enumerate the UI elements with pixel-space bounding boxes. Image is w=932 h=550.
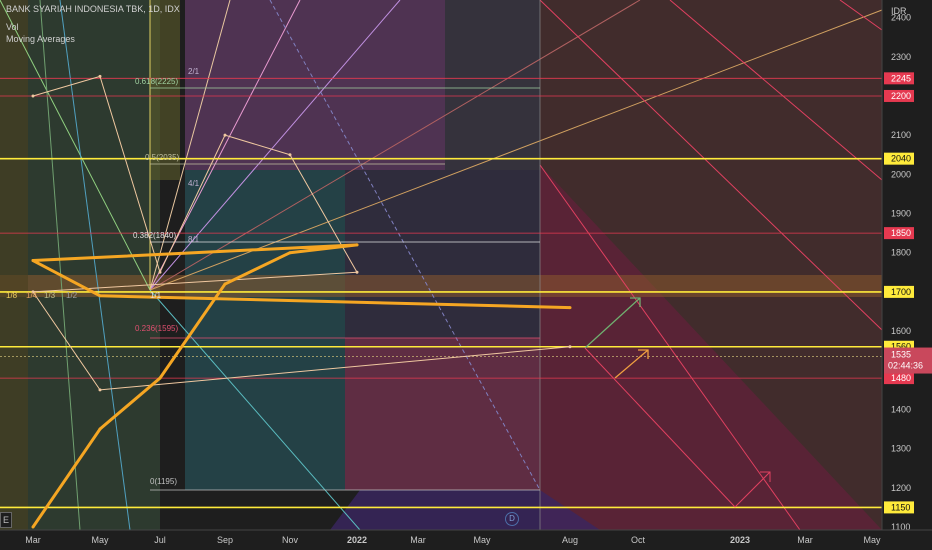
zone-red	[345, 338, 540, 490]
series-point	[288, 251, 292, 255]
series-point	[158, 376, 162, 380]
gann-label: 8/1	[188, 235, 200, 244]
last-price-timer: 02:44:36	[888, 361, 923, 371]
zone-teal	[185, 170, 345, 490]
d-badge[interactable]: D	[505, 512, 519, 526]
series-point	[288, 153, 292, 157]
volume-label: Vol	[6, 22, 19, 32]
fib-label: 0.618(2225)	[135, 77, 178, 86]
series-point	[568, 306, 572, 310]
zone-grey-top	[445, 0, 540, 170]
gann-label: 1/1	[150, 291, 162, 300]
x-axis-panel	[0, 530, 932, 550]
series-point	[568, 345, 572, 349]
series-point	[98, 427, 102, 431]
level-badge-label: 1700	[891, 287, 911, 297]
series-point	[355, 270, 359, 274]
x-tick-label: Jul	[154, 535, 166, 545]
series-point	[223, 133, 227, 137]
y-tick-label: 1200	[891, 483, 911, 493]
fib-label: 0(1195)	[150, 477, 177, 486]
gann-label: 1/3	[44, 291, 56, 300]
series-point	[98, 388, 102, 392]
background-zones	[0, 0, 882, 530]
zone-olive-left	[0, 0, 28, 530]
y-tick-label: 1800	[891, 248, 911, 258]
series-point	[223, 282, 227, 286]
x-tick-label: 2023	[730, 535, 750, 545]
gann-label: 4/1	[188, 179, 200, 188]
x-tick-label: May	[91, 535, 109, 545]
y-tick-label: 2000	[891, 169, 911, 179]
level-badge-label: 1850	[891, 228, 911, 238]
zone-purple-top	[185, 0, 445, 170]
series-point	[31, 525, 35, 529]
y-tick-label: 2100	[891, 130, 911, 140]
gann-label: 1/8	[6, 291, 18, 300]
y-tick-label: 2400	[891, 13, 911, 23]
level-badge-label: 2200	[891, 91, 911, 101]
x-tick-label: Mar	[410, 535, 426, 545]
y-tick-label: 1400	[891, 404, 911, 414]
price-chart[interactable]: 0.618(2225) 0.5(2035) 0.382(1840) 0.236(…	[0, 0, 932, 550]
y-tick-label: 1600	[891, 326, 911, 336]
gann-label: 2/1	[188, 67, 200, 76]
fib-label: 0.236(1595)	[135, 324, 178, 333]
fib-label: 0.5(2035)	[145, 153, 180, 162]
level-badge-label: 2040	[891, 154, 911, 164]
x-tick-label: May	[473, 535, 491, 545]
gann-label: 1/4	[26, 291, 38, 300]
x-tick-label: Aug	[562, 535, 578, 545]
x-tick-label: May	[863, 535, 881, 545]
x-tick-label: Oct	[631, 535, 646, 545]
y-tick-label: 1900	[891, 209, 911, 219]
y-tick-label: 1300	[891, 444, 911, 454]
corner-button[interactable]: E	[0, 512, 12, 528]
x-tick-label: Sep	[217, 535, 233, 545]
chart-title: BANK SYARIAH INDONESIA TBK, 1D, IDX	[6, 4, 180, 14]
x-tick-label: Mar	[797, 535, 813, 545]
series-point	[31, 259, 35, 263]
last-price-badge: 1535 02:44:36	[884, 347, 932, 374]
gann-label: 1/2	[66, 291, 78, 300]
level-badge-label: 1480	[891, 373, 911, 383]
level-badge-label: 1150	[891, 502, 910, 512]
series-point	[31, 94, 35, 98]
series-point	[158, 270, 162, 274]
x-tick-label: Nov	[282, 535, 299, 545]
level-badge-label: 2245	[891, 73, 911, 83]
series-point	[98, 74, 102, 78]
x-tick-label: 2022	[347, 535, 367, 545]
moving-averages-label[interactable]: Moving Averages	[6, 34, 75, 44]
last-price-value: 1535	[891, 350, 911, 360]
fib-label: 0.382(1840)	[133, 231, 176, 240]
series-point	[355, 243, 359, 247]
series-point	[98, 294, 102, 298]
x-tick-label: Mar	[25, 535, 41, 545]
y-tick-label: 2300	[891, 52, 911, 62]
